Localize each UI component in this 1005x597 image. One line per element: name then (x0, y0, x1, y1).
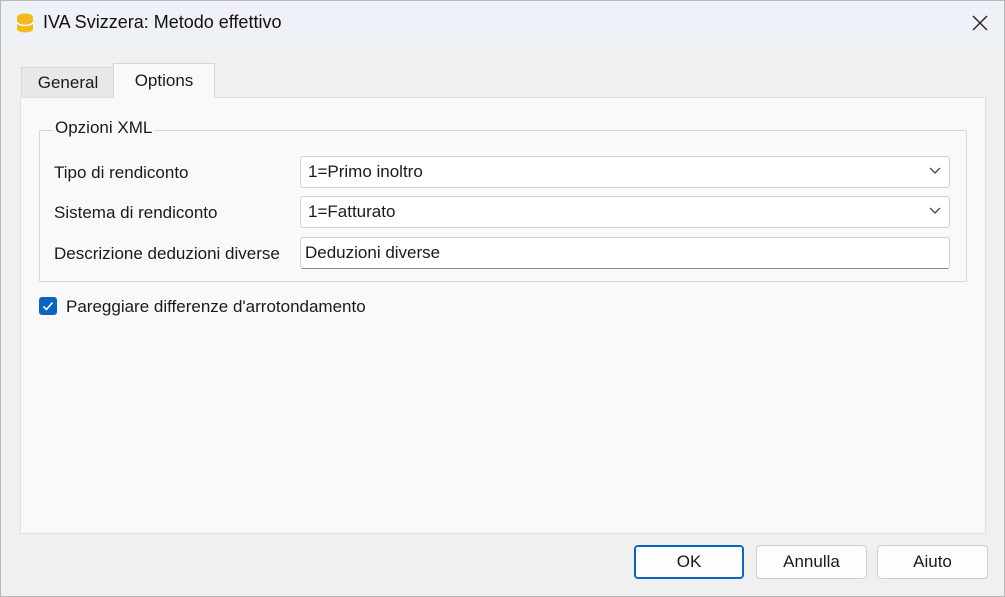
report-system-select[interactable]: 1=Fatturato (300, 196, 950, 228)
report-type-select[interactable]: 1=Primo inoltro (300, 156, 950, 188)
chevron-down-icon (929, 167, 941, 174)
rounding-checkbox-label[interactable]: Pareggiare differenze d'arrotondamento (66, 297, 366, 317)
database-icon (16, 13, 34, 33)
report-system-value: 1=Fatturato (308, 202, 396, 221)
close-button[interactable] (956, 1, 1004, 45)
dialog-window: IVA Svizzera: Metodo effettivo General O… (0, 0, 1005, 597)
checkmark-icon (42, 301, 54, 311)
close-icon (972, 15, 988, 31)
report-type-value: 1=Primo inoltro (308, 162, 423, 181)
rounding-checkbox[interactable] (39, 297, 57, 315)
tab-options-label: Options (134, 71, 194, 90)
help-button[interactable]: Aiuto (877, 545, 988, 579)
report-type-label: Tipo di rendiconto (54, 163, 189, 182)
chevron-down-icon (929, 207, 941, 214)
report-system-label: Sistema di rendiconto (54, 203, 218, 222)
cancel-button[interactable]: Annulla (756, 545, 867, 579)
title-bar: IVA Svizzera: Metodo effettivo (1, 1, 1004, 45)
tab-general-label: General (37, 72, 99, 92)
options-panel: Opzioni XML Tipo di rendiconto 1=Primo i… (20, 97, 986, 534)
deductions-description-input[interactable]: Deduzioni diverse (300, 237, 950, 269)
ok-button[interactable]: OK (634, 545, 744, 579)
deductions-description-label: Descrizione deduzioni diverse (54, 244, 280, 263)
tab-general[interactable]: General (21, 67, 115, 97)
tab-options[interactable]: Options (113, 63, 215, 98)
deductions-description-value: Deduzioni diverse (305, 243, 441, 262)
group-title: Opzioni XML (53, 118, 155, 138)
window-title: IVA Svizzera: Metodo effettivo (43, 12, 282, 32)
